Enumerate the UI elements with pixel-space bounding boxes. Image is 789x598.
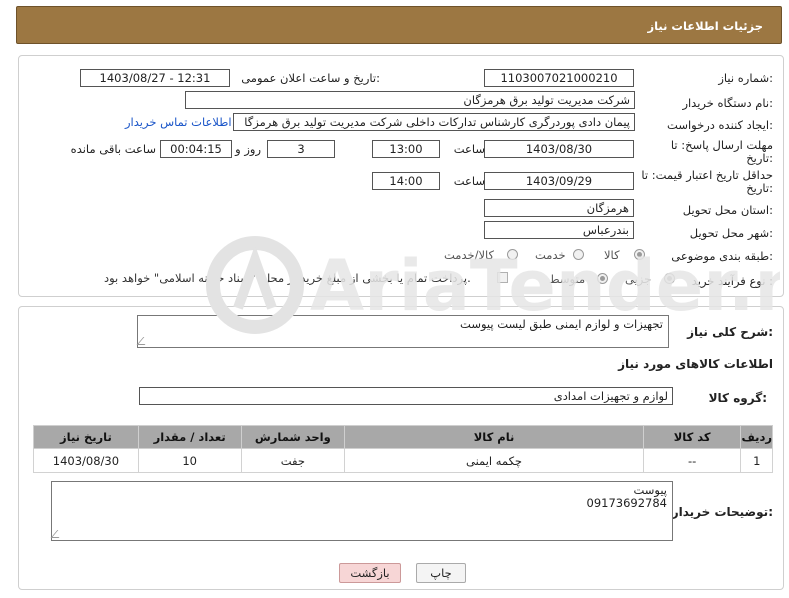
col-item-code: کد کالا xyxy=(642,425,742,449)
remaining-time-field: 00:04:15 xyxy=(160,140,232,158)
category-option-goods-service: کالا/خدمت xyxy=(444,248,495,262)
buyer-contact-link[interactable]: اطلاعات تماس خریدار xyxy=(125,115,232,129)
resize-grip-icon[interactable] xyxy=(136,337,152,345)
cell-item-code: -- xyxy=(642,448,742,473)
reply-days-label: روز و xyxy=(235,142,261,156)
cell-unit: جفت xyxy=(240,448,346,473)
buyer-notes-field: پیوست 09173692784 xyxy=(50,481,673,541)
announce-datetime-field: 1403/08/27 - 12:31 xyxy=(80,69,230,87)
treasury-payment-checkbox[interactable] xyxy=(497,272,508,283)
buyer-notes-line-2: 09173692784 xyxy=(586,496,667,510)
col-item-name: نام کالا xyxy=(344,425,644,449)
goods-group-field: لوازم و تجهیزات امدادی xyxy=(139,387,673,405)
buyer-notes-label: توضیحات خریدار: xyxy=(671,505,773,519)
announce-datetime-label: تاریخ و ساعت اعلان عمومی: xyxy=(241,71,380,85)
delivery-city-field: بندرعباس xyxy=(484,221,634,239)
goods-table: ردیف کد کالا نام کالا واحد شمارش تعداد /… xyxy=(33,425,773,473)
col-row-number: ردیف xyxy=(740,425,773,449)
col-need-date: تاریخ نیاز xyxy=(33,425,139,449)
category-radio-goods-service[interactable] xyxy=(507,249,518,260)
buyer-org-label: نام دستگاه خریدار: xyxy=(682,96,773,110)
process-radio-medium[interactable] xyxy=(597,273,608,284)
delivery-province-field: هرمزگان xyxy=(484,199,634,217)
price-validity-time-field: 14:00 xyxy=(372,172,440,190)
price-validity-time-label: ساعت xyxy=(453,174,485,188)
purchase-process-label: نوع فرآیند خرید : xyxy=(691,274,773,288)
resize-grip-icon[interactable] xyxy=(50,530,66,538)
col-quantity: تعداد / مقدار xyxy=(137,425,242,449)
cell-need-date: 1403/08/30 xyxy=(33,448,139,473)
delivery-province-label: استان محل تحویل: xyxy=(682,203,773,217)
delivery-city-label: شهر محل تحویل: xyxy=(689,226,773,240)
reply-deadline-label: مهلت ارسال پاسخ: تا xyxy=(670,138,773,152)
cell-item-name: چکمه ایمنی xyxy=(344,448,644,473)
page-header: جزئیات اطلاعات نیاز xyxy=(16,6,782,44)
requester-field: پیمان دادی پوردرگری کارشناس تدارکات داخل… xyxy=(233,113,635,131)
reply-days-field: 3 xyxy=(267,140,335,158)
reply-deadline-label-date: تاریخ: xyxy=(746,151,773,165)
cell-quantity: 10 xyxy=(137,448,242,473)
cell-row-number: 1 xyxy=(740,448,773,473)
page-title: جزئیات اطلاعات نیاز xyxy=(647,19,763,33)
goods-table-header-row: ردیف کد کالا نام کالا واحد شمارش تعداد /… xyxy=(33,425,773,449)
buyer-notes-line-1: پیوست xyxy=(633,483,667,497)
reply-deadline-time-field: 13:00 xyxy=(372,140,440,158)
need-number-field: 1103007021000210 xyxy=(484,69,634,87)
reply-deadline-date-field: 1403/08/30 xyxy=(484,140,634,158)
summary-field: تجهیزات و لوازم ایمنی طبق لیست پیوست xyxy=(136,315,669,348)
category-label: طبقه بندی موضوعی: xyxy=(671,249,773,263)
price-validity-date-field: 1403/09/29 xyxy=(484,172,634,190)
need-number-label: شماره نیاز: xyxy=(718,71,773,85)
summary-text: تجهیزات و لوازم ایمنی طبق لیست پیوست xyxy=(460,317,663,331)
price-validity-label-date: تاریخ: xyxy=(746,181,773,195)
process-option-minor: جزیی xyxy=(625,272,652,286)
reply-deadline-time-label: ساعت xyxy=(453,142,485,156)
goods-info-title: اطلاعات کالاهای مورد نیاز xyxy=(618,357,773,371)
category-option-goods: کالا xyxy=(604,248,620,262)
buyer-org-field: شرکت مدیریت تولید برق هرمزگان xyxy=(185,91,635,109)
back-button[interactable]: بازگشت xyxy=(339,563,401,583)
treasury-payment-note: پرداخت تمام یا بخشی از مبلغ خرید،از محل … xyxy=(104,271,471,285)
category-radio-service[interactable] xyxy=(573,249,584,260)
process-option-medium: متوسط xyxy=(549,272,586,286)
category-radio-goods[interactable] xyxy=(634,249,645,260)
process-radio-minor[interactable] xyxy=(664,273,675,284)
summary-label: شرح کلی نیاز: xyxy=(687,325,773,339)
table-row: 1 -- چکمه ایمنی جفت 10 1403/08/30 xyxy=(33,448,773,473)
category-option-service: خدمت xyxy=(535,248,566,262)
requester-label: ایجاد کننده درخواست: xyxy=(667,118,773,132)
goods-group-label: گروه کالا: xyxy=(708,391,767,405)
col-unit: واحد شمارش xyxy=(240,425,346,449)
print-button[interactable]: چاپ xyxy=(416,563,466,583)
price-validity-label: حداقل تاریخ اعتبار قیمت: تا xyxy=(641,168,773,182)
remaining-time-label: ساعت باقی مانده xyxy=(70,142,156,156)
